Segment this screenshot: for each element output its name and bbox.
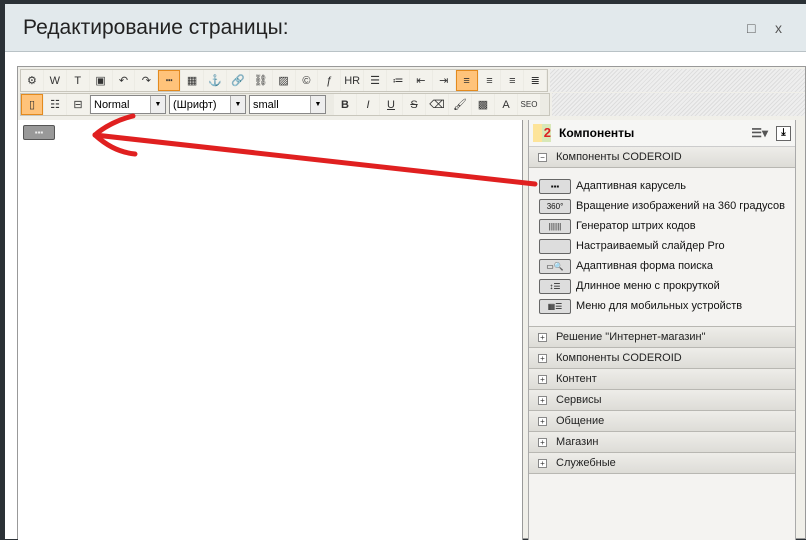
edit-page-dialog: Редактирование страницы: □ x ⚙ W T ▣ ↶ ↷ ┅ ▦ ⚓ 🔗 ⛓… bbox=[5, 4, 806, 540]
annotation-arrow bbox=[92, 113, 538, 187]
